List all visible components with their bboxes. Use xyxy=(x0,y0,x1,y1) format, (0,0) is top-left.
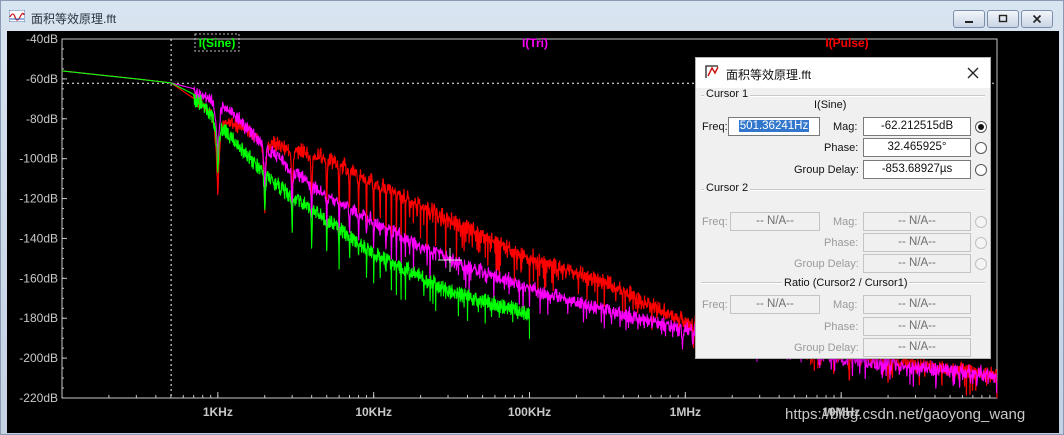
cursor2-groupdelay-label: Group Delay: xyxy=(794,258,859,270)
cursor1-trace-name: I(Sine) xyxy=(814,99,847,111)
series-isine-line xyxy=(62,70,531,339)
waveform-app-icon xyxy=(9,10,25,22)
ratio-mag-field[interactable]: -- N/A-- xyxy=(863,295,971,314)
cursor2-phase-field[interactable]: -- N/A-- xyxy=(863,233,971,252)
y-tick-label: -60dB xyxy=(26,72,58,86)
ratio-groupdelay-field[interactable]: -- N/A-- xyxy=(863,338,971,357)
y-tick-label: -220dB xyxy=(19,391,58,405)
title-bar[interactable]: 面积等效原理.fft xyxy=(1,1,1063,31)
y-tick-label: -160dB xyxy=(19,271,58,285)
trace-label-isine[interactable]: I(Sine) xyxy=(199,36,236,50)
cursor1-phase-radio[interactable] xyxy=(975,142,987,154)
cursor1-freq-label: Freq: xyxy=(702,121,728,133)
cursor2-freq-field[interactable]: -- N/A-- xyxy=(730,212,820,231)
cursor2-section-title: Cursor 2 xyxy=(704,182,751,194)
ratio-freq-field[interactable]: -- N/A-- xyxy=(730,295,820,314)
cursor2-phase-radio[interactable] xyxy=(975,237,987,249)
y-tick-label: -100dB xyxy=(19,152,58,166)
dialog-close-button[interactable] xyxy=(962,62,984,84)
cursor1-phase-label: Phase: xyxy=(824,142,859,154)
trace-label-itri[interactable]: I(Tri) xyxy=(522,36,548,50)
ratio-freq-label: Freq: xyxy=(702,299,728,311)
y-tick-label: -180dB xyxy=(19,311,58,325)
cursor2-mag-label: Mag: xyxy=(833,216,858,228)
y-tick-label: -80dB xyxy=(26,112,58,126)
cursor1-freq-value[interactable]: 501.36241Hz xyxy=(738,120,810,132)
minimize-icon xyxy=(965,21,973,23)
cursor1-groupdelay-field[interactable]: -853.68927µs xyxy=(863,160,971,179)
window-title: 面积等效原理.fft xyxy=(31,12,117,26)
y-tick-label: -120dB xyxy=(19,192,58,206)
cursor2-mag-radio[interactable] xyxy=(975,216,987,228)
x-tick-label: 1KHz xyxy=(203,405,233,419)
ratio-mag-label: Mag: xyxy=(833,299,858,311)
cursor2-phase-label: Phase: xyxy=(824,237,859,249)
ratio-section-title: Ratio (Cursor2 / Cursor1) xyxy=(782,277,910,289)
x-tick-label: 100KHz xyxy=(508,405,551,419)
ratio-groupdelay-label: Group Delay: xyxy=(794,342,859,354)
cursor2-freq-label: Freq: xyxy=(702,216,728,228)
cursor-dialog-icon xyxy=(705,65,719,78)
y-tick-label: -140dB xyxy=(19,231,58,245)
cursor1-phase-field[interactable]: 32.465925° xyxy=(863,138,971,157)
ratio-phase-field[interactable]: -- N/A-- xyxy=(863,317,971,336)
y-tick-label: -200dB xyxy=(19,351,58,365)
watermark-text: https://blog.csdn.net/gaoyong_wang xyxy=(785,406,1026,423)
cursor1-mag-field[interactable]: -62.212515dB xyxy=(863,117,971,136)
cursor-dialog[interactable]: 面积等效原理.fft Cursor 1 I(Sine) Freq: 501.36… xyxy=(695,57,991,359)
dialog-title: 面积等效原理.fft xyxy=(726,68,812,82)
close-icon xyxy=(967,67,979,79)
restore-button[interactable] xyxy=(987,10,1019,28)
cursor1-freq-field[interactable]: 501.36241Hz xyxy=(728,117,820,136)
minimize-button[interactable] xyxy=(953,10,985,28)
cursor1-groupdelay-radio[interactable] xyxy=(975,164,987,176)
cursor1-mag-radio[interactable] xyxy=(975,121,987,133)
cursor2-groupdelay-field[interactable]: -- N/A-- xyxy=(863,254,971,273)
cursor1-mag-label: Mag: xyxy=(833,121,858,133)
close-button[interactable] xyxy=(1021,10,1053,28)
cursor2-groupdelay-radio[interactable] xyxy=(975,258,987,270)
trace-label-ipulse[interactable]: I(Pulse) xyxy=(825,36,868,50)
ratio-phase-label: Phase: xyxy=(824,321,859,333)
cursor2-mag-field[interactable]: -- N/A-- xyxy=(863,212,971,231)
x-tick-label: 1MHz xyxy=(670,405,701,419)
dialog-title-bar[interactable]: 面积等效原理.fft xyxy=(696,58,990,88)
cursor1-section-title: Cursor 1 xyxy=(704,88,751,100)
y-tick-label: -40dB xyxy=(26,32,58,46)
x-tick-label: 10KHz xyxy=(355,405,392,419)
restore-icon xyxy=(998,14,1008,23)
cursor1-groupdelay-label: Group Delay: xyxy=(794,164,859,176)
close-icon xyxy=(1032,14,1042,24)
